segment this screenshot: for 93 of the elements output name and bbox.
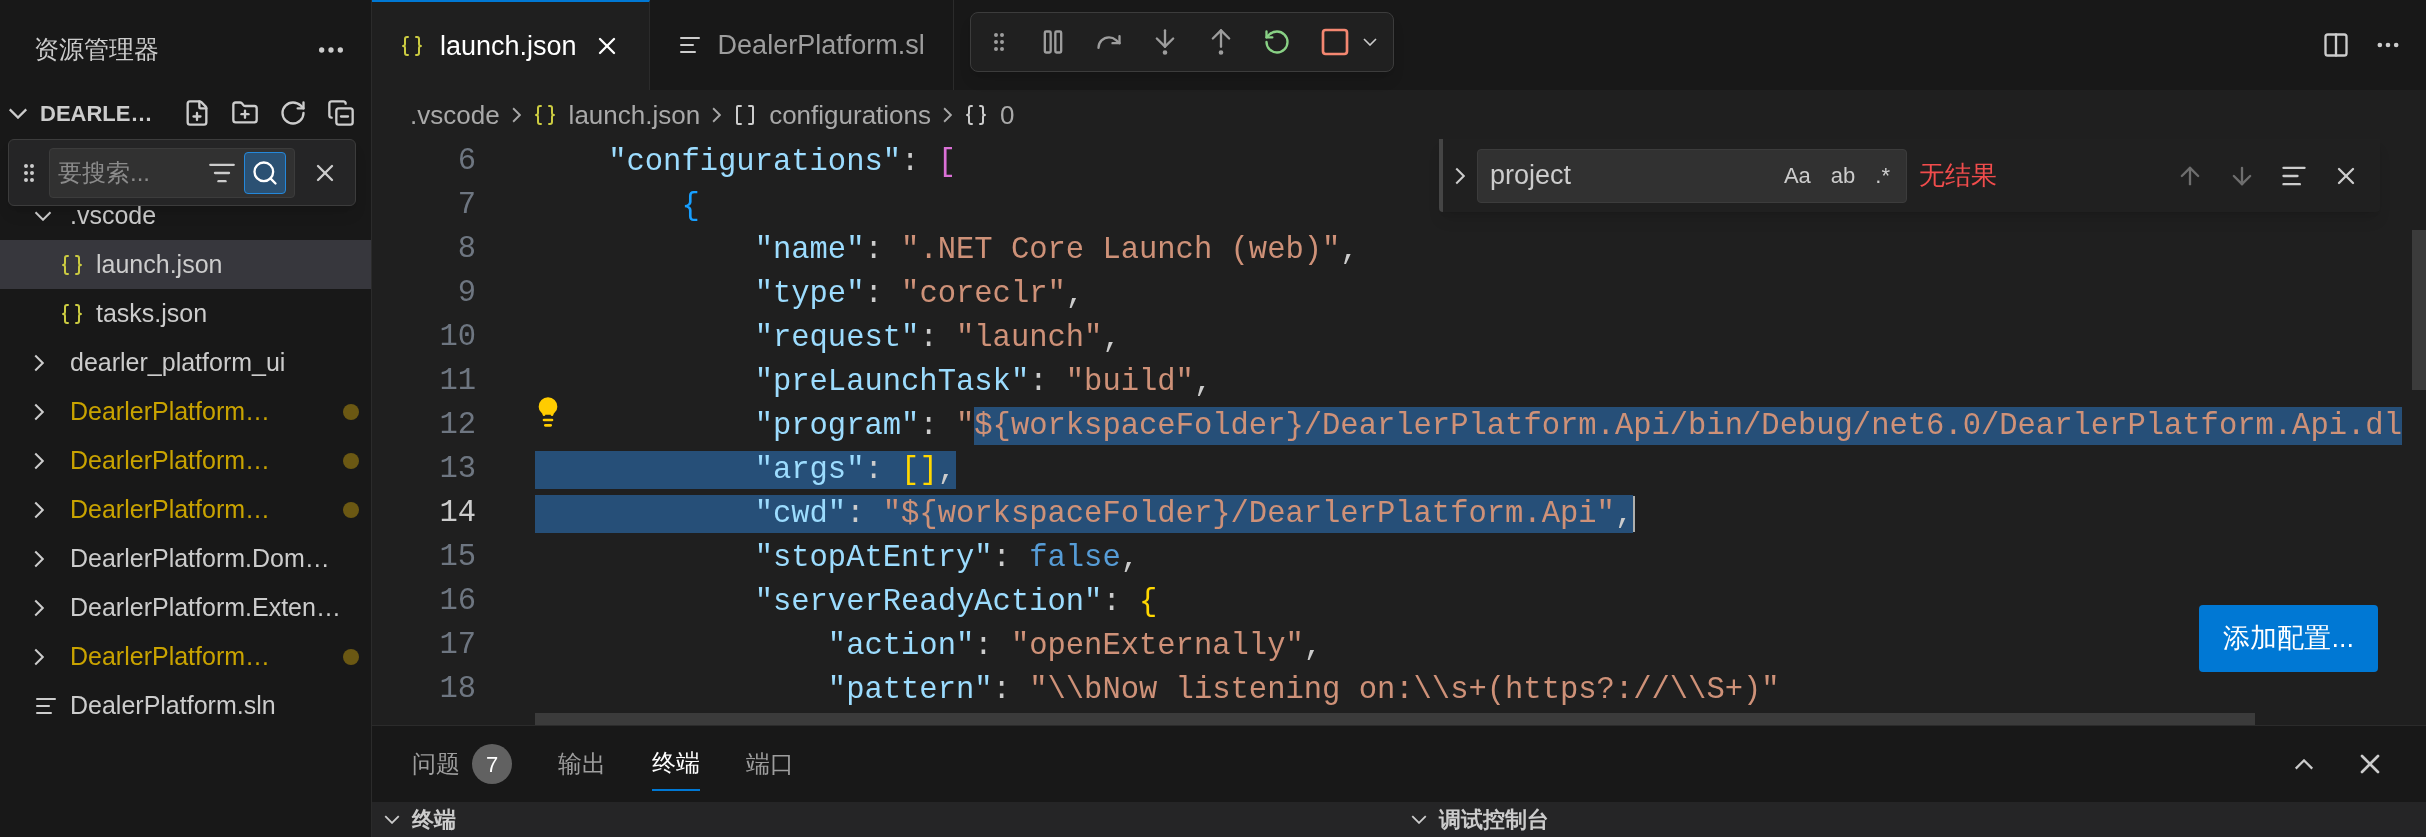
find-option-toggle[interactable]: .*	[1871, 159, 1894, 192]
code-line: "stopAtEntry": false,	[753, 540, 1139, 577]
editor-tab[interactable]: launch.json	[372, 0, 650, 90]
line-number: 12	[438, 407, 476, 445]
fuzzy-match-toggle[interactable]	[244, 151, 286, 194]
count-badge: 7	[472, 744, 512, 784]
code-line: "request": "launch",	[753, 320, 1121, 357]
line-number: 18	[438, 671, 476, 709]
code-line: "cwd": "${workspaceFolder}/DearlerPlatform.Api",	[535, 495, 1634, 533]
chevron-down-icon[interactable]	[1363, 38, 1377, 46]
tree-item-label: .vscode	[70, 199, 157, 231]
panel-tab[interactable]: 端口	[746, 737, 794, 791]
no-results-text: 无结果	[1919, 159, 1997, 192]
line-number: 16	[438, 583, 476, 621]
text-cursor	[1633, 496, 1636, 532]
chevron-right-icon	[943, 107, 953, 123]
line-number: 13	[438, 451, 476, 489]
code-line: "name": ".NET Core Launch (web)",	[753, 232, 1359, 269]
editor-tab[interactable]: DealerPlatform.sl	[649, 0, 954, 90]
search-box[interactable]: 要搜索...	[49, 147, 295, 198]
line-number: 9	[456, 275, 476, 313]
code-line: "configurations": [	[607, 144, 956, 181]
tree-item-label: DearlerPlatform…	[70, 444, 271, 476]
line-number: 11	[438, 363, 476, 401]
collapse-icon[interactable]	[327, 99, 355, 127]
breadcrumb-item[interactable]: configurations	[769, 95, 932, 135]
find-field[interactable]: project	[1490, 155, 1768, 196]
breadcrumb-item[interactable]: 0	[1000, 95, 1015, 135]
tree-item[interactable]: DearlerPlatform.Exten…	[0, 583, 371, 632]
tree-item-label: DearlerPlatform.Dom…	[70, 542, 330, 574]
chevron-right-icon	[712, 107, 722, 123]
chevron-down-icon[interactable]	[8, 107, 28, 119]
code-line: {	[680, 188, 700, 225]
code-line: "type": "coreclr",	[753, 276, 1085, 313]
tree-item-label: DearlerPlatform…	[70, 640, 271, 672]
chevron-down-icon[interactable]	[384, 815, 400, 824]
tree-item-label: dearler_platform_ui	[70, 346, 286, 378]
find-box[interactable]: project Aa ab .*	[1477, 148, 1907, 203]
line-number: 17	[438, 627, 476, 665]
tree-item[interactable]: DearlerPlatform.Dom…	[0, 534, 371, 583]
new-folder-icon[interactable]	[231, 99, 259, 127]
line-number: 8	[456, 231, 476, 269]
section-title: 终端	[412, 806, 456, 834]
code-line: "pattern": "\\bNow listening on:\\s+(https?://\\S+)"	[826, 672, 1780, 709]
line-number: 7	[456, 187, 476, 225]
stop-icon[interactable]	[1319, 26, 1351, 58]
search-icon	[251, 158, 279, 187]
chevron-down-icon[interactable]	[1411, 815, 1427, 824]
tree-item[interactable]: dearler_platform_ui	[0, 338, 371, 387]
line-number: 10	[438, 319, 476, 357]
braces-icon	[964, 103, 989, 127]
split-editor-icon[interactable]	[2322, 31, 2350, 59]
tree-item-label: launch.json	[96, 248, 223, 280]
breadcrumb-item[interactable]: launch.json	[568, 95, 701, 135]
tree-item[interactable]: DealerPlatform.sln	[0, 681, 371, 730]
sidebar-title: 资源管理器	[34, 34, 159, 66]
tree-item[interactable]: DearlerPlatform…	[0, 632, 371, 681]
line-number: 6	[456, 143, 476, 181]
tree-item[interactable]: DearlerPlatform…	[0, 387, 371, 436]
find-option-toggle[interactable]: Aa	[1779, 159, 1815, 192]
tree-item-label: DealerPlatform.sln	[70, 689, 276, 721]
panel-tab[interactable]: 终端	[652, 737, 700, 791]
tree-item-label: tasks.json	[96, 297, 208, 329]
code-line: "args": [],	[535, 451, 956, 489]
line-number: 15	[438, 539, 476, 577]
panel-tab[interactable]: 输出	[558, 737, 606, 791]
braces-icon	[532, 103, 557, 127]
tree-item[interactable]: DearlerPlatform…	[0, 436, 371, 485]
restart-icon[interactable]	[1263, 28, 1291, 56]
search-field[interactable]: 要搜索...	[58, 154, 188, 191]
code-line: "preLaunchTask": "build",	[753, 364, 1213, 401]
find-option-toggle[interactable]: ab	[1826, 159, 1860, 192]
line-number: 14	[438, 495, 476, 533]
tree-item[interactable]: DearlerPlatform…	[0, 485, 371, 534]
braces-icon	[60, 301, 84, 326]
tree-item[interactable]: launch.json	[0, 240, 371, 289]
tree-item-label: DearlerPlatform…	[70, 395, 271, 427]
braces-icon	[400, 34, 424, 58]
tree-item-label: DearlerPlatform.Exten…	[70, 591, 341, 623]
section-title: 调试控制台	[1439, 806, 1549, 834]
chevron-up-icon[interactable]	[2294, 758, 2314, 770]
breadcrumb-item[interactable]: .vscode	[410, 95, 500, 135]
braces-icon	[60, 252, 84, 277]
tree-item-label: DearlerPlatform…	[70, 493, 271, 525]
chevron-right-icon[interactable]	[1455, 166, 1465, 185]
refresh-icon[interactable]	[279, 99, 307, 127]
add-configuration-button[interactable]: 添加配置...	[2199, 605, 2378, 672]
chevron-right-icon	[511, 107, 521, 123]
panel-tab[interactable]: 问题 7	[412, 737, 512, 791]
section-title: DEARLE…	[40, 99, 153, 128]
code-line: "serverReadyAction": {	[753, 584, 1158, 621]
tree-item[interactable]: tasks.json	[0, 289, 371, 338]
code-line: "action": "openExternally",	[826, 628, 1323, 665]
